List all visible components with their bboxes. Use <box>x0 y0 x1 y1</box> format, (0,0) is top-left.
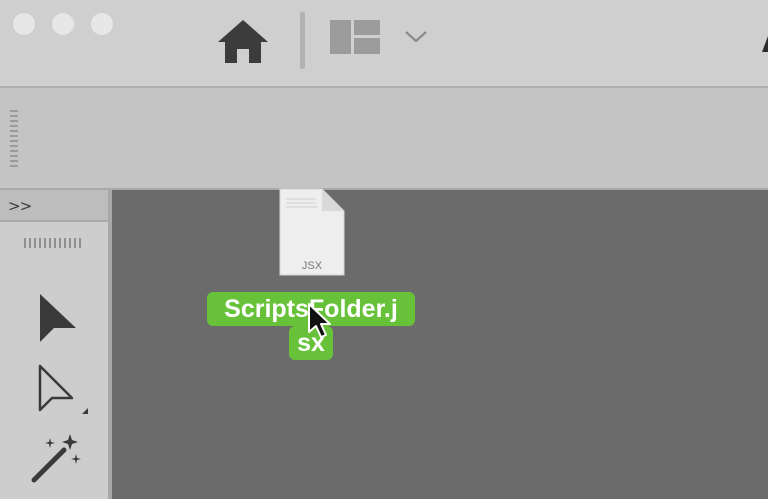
tools-panel-gripper[interactable] <box>24 235 82 248</box>
chevron-down-icon <box>405 31 427 43</box>
file-type-badge: JSX <box>302 260 323 272</box>
arrow-cursor-icon <box>40 294 76 342</box>
direct-selection-tool[interactable] <box>28 360 92 418</box>
app-window: >> JSX sx <box>0 0 768 499</box>
toolbar-divider <box>300 12 305 69</box>
workspace-switcher-button[interactable] <box>330 20 382 54</box>
close-window-button[interactable] <box>13 13 35 35</box>
hollow-arrow-icon <box>38 364 92 414</box>
control-bar <box>0 88 768 190</box>
title-bar <box>0 0 768 88</box>
workspace-layout-icon <box>330 20 380 54</box>
selection-tool[interactable] <box>28 290 88 348</box>
tools-panel-header: >> <box>0 190 108 222</box>
document-canvas[interactable] <box>112 190 768 499</box>
home-button[interactable] <box>214 16 272 66</box>
tools-panel: >> <box>0 190 112 499</box>
magic-wand-icon <box>31 434 81 483</box>
mouse-pointer-icon <box>306 302 332 340</box>
control-bar-gripper[interactable] <box>10 110 18 168</box>
zoom-window-button[interactable] <box>91 13 113 35</box>
minimize-window-button[interactable] <box>52 13 74 35</box>
workspace-dropdown-button[interactable] <box>402 26 430 46</box>
home-icon <box>218 20 268 63</box>
expand-panel-button[interactable]: >> <box>8 195 38 217</box>
cropped-toolbar-icon <box>760 34 768 54</box>
jsx-file-icon[interactable]: JSX <box>276 187 348 279</box>
magic-wand-tool[interactable] <box>28 430 88 488</box>
